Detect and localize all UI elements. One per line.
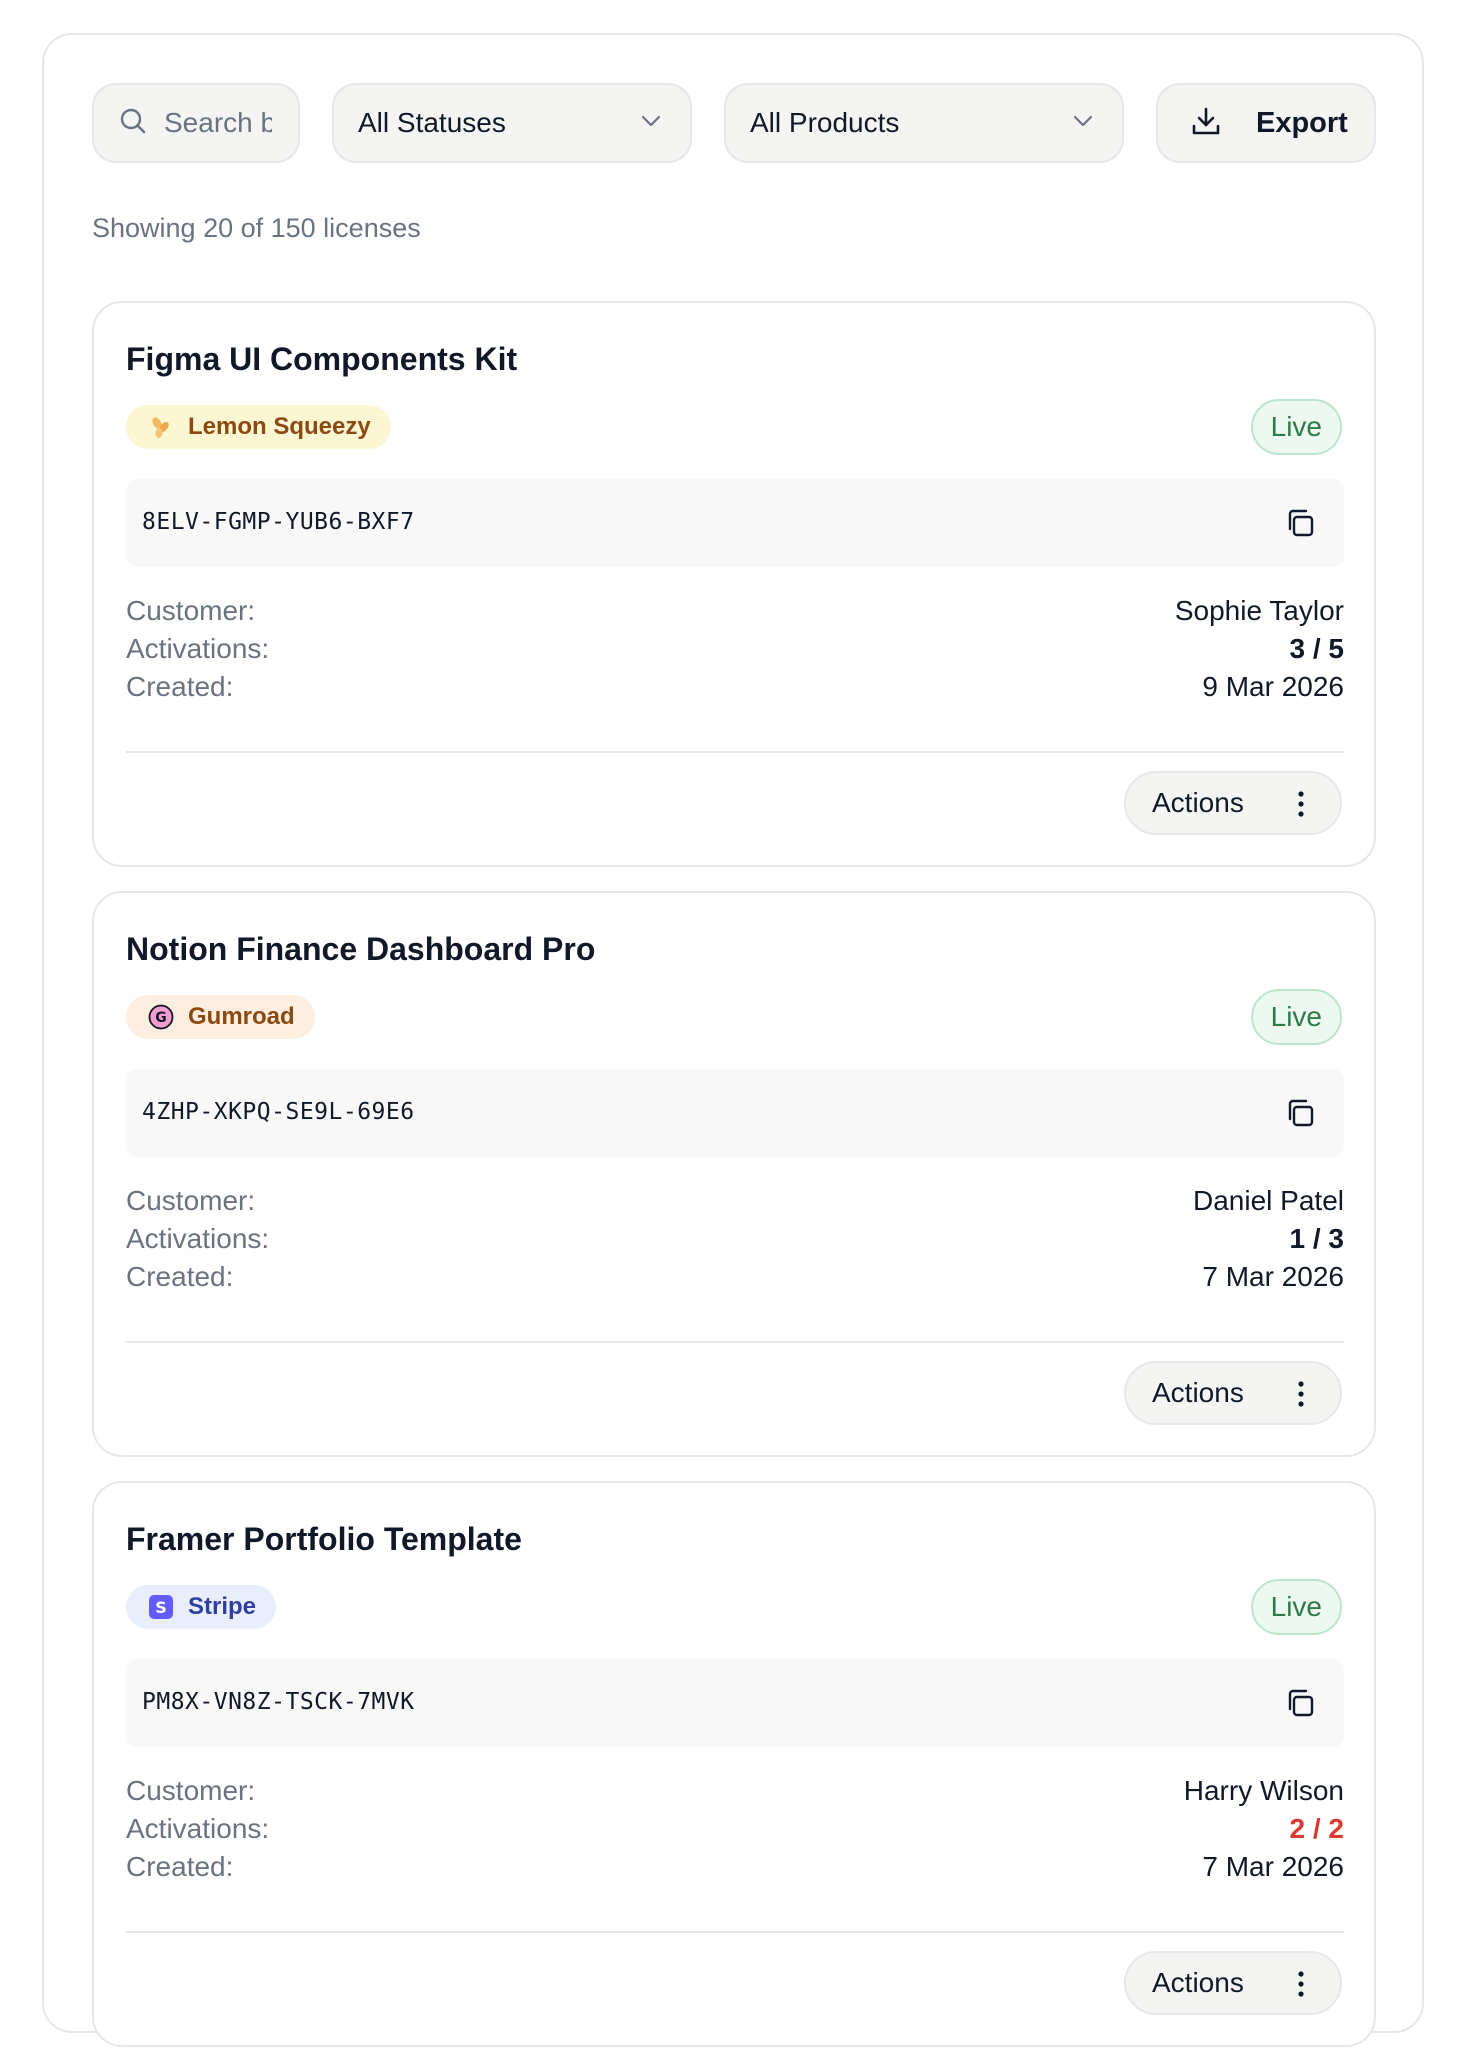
lemon-squeezy-icon bbox=[148, 414, 174, 440]
search-input[interactable]: Search b bbox=[92, 83, 300, 163]
activations-label: Activations: bbox=[126, 633, 270, 664]
results-count: Showing 20 of 150 licenses bbox=[92, 213, 421, 243]
created-date: 9 Mar 2026 bbox=[1202, 671, 1344, 702]
activations-label: Activations: bbox=[126, 1223, 270, 1254]
actions-button[interactable]: Actions bbox=[1124, 1951, 1342, 2015]
customer-name: Sophie Taylor bbox=[1174, 595, 1344, 626]
created-date: 7 Mar 2026 bbox=[1202, 1851, 1344, 1882]
customer-row: Customer: Harry Wilson bbox=[126, 1771, 1344, 1811]
filter-toolbar: Search b All Statuses All Products Expor… bbox=[92, 83, 1376, 163]
customer-label: Customer: bbox=[126, 1775, 256, 1806]
created-row: Created: 7 Mar 2026 bbox=[126, 1257, 1344, 1297]
license-key: 8ELV-FGMP-YUB6-BXF7 bbox=[142, 509, 415, 535]
activations-value: 3 / 5 bbox=[1289, 633, 1344, 664]
product-filter-value: All Products bbox=[750, 107, 900, 138]
activations-value: 1 / 3 bbox=[1289, 1223, 1344, 1254]
license-key: 4ZHP-XKPQ-SE9L-69E6 bbox=[142, 1099, 415, 1125]
chevron-down-icon bbox=[1072, 114, 1094, 133]
status-badge: Live bbox=[1250, 399, 1342, 455]
created-row: Created: 7 Mar 2026 bbox=[126, 1847, 1344, 1887]
export-button[interactable]: Export bbox=[1156, 83, 1376, 163]
more-vertical-icon bbox=[1298, 1971, 1304, 1997]
created-row: Created: 9 Mar 2026 bbox=[126, 667, 1344, 707]
customer-name: Harry Wilson bbox=[1183, 1775, 1344, 1806]
gumroad-icon: G bbox=[148, 1004, 174, 1030]
license-key-box: 8ELV-FGMP-YUB6-BXF7 bbox=[126, 479, 1344, 567]
activations-value: 2 / 2 bbox=[1289, 1813, 1344, 1844]
actions-label: Actions bbox=[1152, 1377, 1244, 1408]
svg-text:G: G bbox=[155, 1010, 167, 1026]
status-filter-select[interactable]: All Statuses bbox=[332, 83, 692, 163]
actions-button[interactable]: Actions bbox=[1124, 1361, 1342, 1425]
activations-row: Activations: 3 / 5 bbox=[126, 629, 1344, 669]
svg-text:S: S bbox=[155, 1598, 167, 1617]
card-divider bbox=[126, 1341, 1344, 1343]
copy-icon[interactable] bbox=[1282, 505, 1318, 541]
source-badge: G Gumroad bbox=[126, 995, 315, 1039]
customer-label: Customer: bbox=[126, 595, 256, 626]
license-key-box: PM8X-VN8Z-TSCK-7MVK bbox=[126, 1659, 1344, 1747]
source-name: Stripe bbox=[188, 1593, 257, 1620]
customer-row: Customer: Daniel Patel bbox=[126, 1181, 1344, 1221]
search-placeholder: Search b bbox=[164, 107, 272, 138]
actions-label: Actions bbox=[1152, 1967, 1244, 1998]
customer-name: Daniel Patel bbox=[1193, 1185, 1344, 1216]
status-badge: Live bbox=[1250, 1579, 1342, 1635]
product-filter-select[interactable]: All Products bbox=[724, 83, 1124, 163]
copy-icon[interactable] bbox=[1282, 1095, 1318, 1131]
product-name: Framer Portfolio Template bbox=[126, 1521, 522, 1557]
license-card: Figma UI Components Kit Lemon Squeezy Li… bbox=[92, 301, 1376, 867]
customer-label: Customer: bbox=[126, 1185, 256, 1216]
product-name: Figma UI Components Kit bbox=[126, 341, 518, 377]
customer-row: Customer: Sophie Taylor bbox=[126, 591, 1344, 631]
download-icon bbox=[1190, 105, 1222, 142]
license-key-box: 4ZHP-XKPQ-SE9L-69E6 bbox=[126, 1069, 1344, 1157]
search-icon bbox=[118, 106, 148, 141]
source-name: Gumroad bbox=[188, 1003, 295, 1030]
actions-label: Actions bbox=[1152, 787, 1244, 818]
status-filter-value: All Statuses bbox=[358, 107, 506, 138]
source-badge: Lemon Squeezy bbox=[126, 405, 391, 449]
created-date: 7 Mar 2026 bbox=[1202, 1261, 1344, 1292]
more-vertical-icon bbox=[1298, 1381, 1304, 1407]
actions-button[interactable]: Actions bbox=[1124, 771, 1342, 835]
licenses-panel: Search b All Statuses All Products Expor… bbox=[42, 33, 1424, 2047]
status-badge: Live bbox=[1250, 989, 1342, 1045]
more-vertical-icon bbox=[1298, 791, 1304, 817]
activations-row: Activations: 2 / 2 bbox=[126, 1809, 1344, 1849]
created-label: Created: bbox=[126, 1261, 234, 1292]
stripe-icon: S bbox=[148, 1594, 174, 1620]
card-divider bbox=[126, 1931, 1344, 1933]
created-label: Created: bbox=[126, 671, 234, 702]
source-badge: S Stripe bbox=[126, 1585, 277, 1629]
activations-label: Activations: bbox=[126, 1813, 270, 1844]
export-label: Export bbox=[1256, 106, 1348, 139]
created-label: Created: bbox=[126, 1851, 234, 1882]
chevron-down-icon bbox=[640, 114, 662, 133]
license-key: PM8X-VN8Z-TSCK-7MVK bbox=[142, 1689, 415, 1715]
card-divider bbox=[126, 751, 1344, 753]
license-card: Notion Finance Dashboard Pro G Gumroad L… bbox=[92, 891, 1376, 1457]
license-card: Framer Portfolio Template S Stripe Live … bbox=[92, 1481, 1376, 2047]
product-name: Notion Finance Dashboard Pro bbox=[126, 931, 596, 967]
source-name: Lemon Squeezy bbox=[188, 413, 371, 440]
activations-row: Activations: 1 / 3 bbox=[126, 1219, 1344, 1259]
copy-icon[interactable] bbox=[1282, 1685, 1318, 1721]
